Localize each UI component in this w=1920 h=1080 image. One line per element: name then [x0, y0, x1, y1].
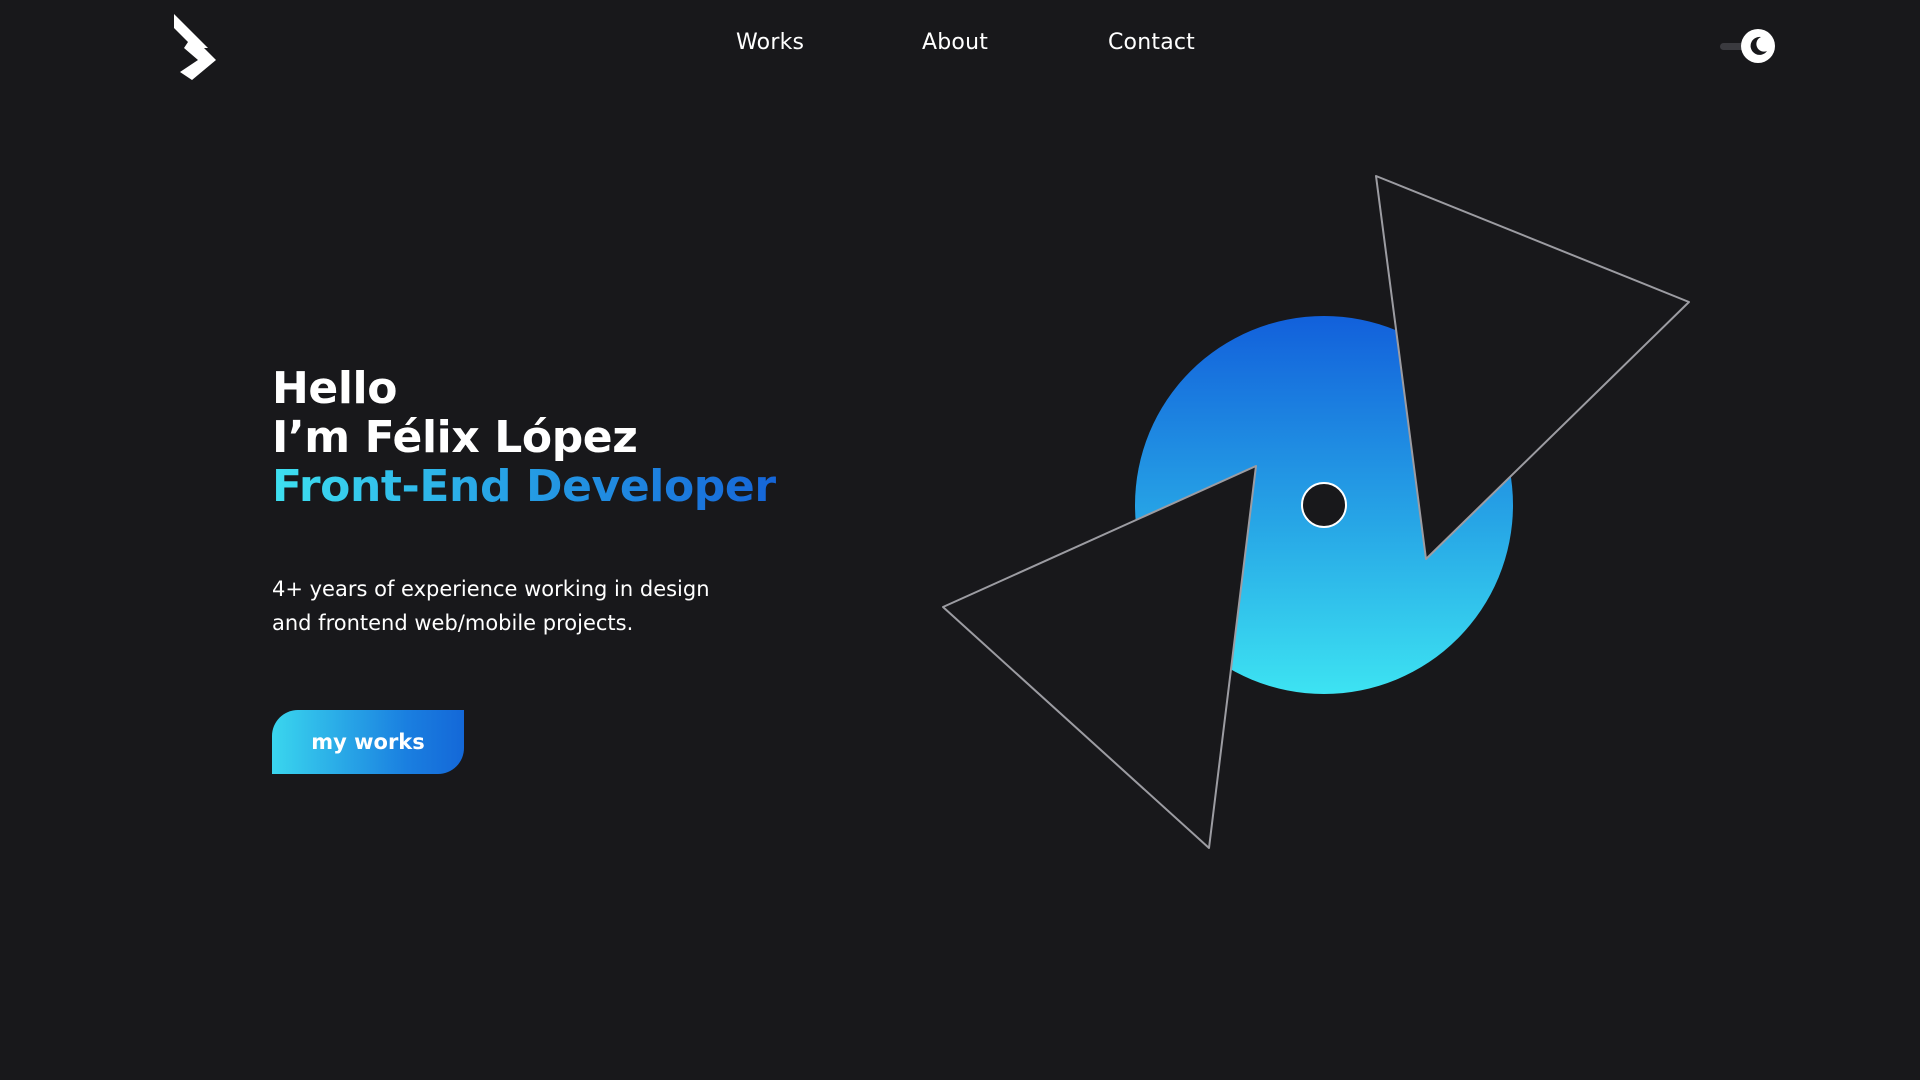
toggle-knob: [1741, 29, 1775, 63]
moon-icon: [1750, 36, 1767, 55]
hero-role: Front-End Developer: [272, 461, 776, 512]
landing-page: Works About Contact Hello I’m Félix Lópe…: [0, 0, 1920, 1080]
center-dot: [1301, 482, 1347, 528]
hero-illustration: [942, 175, 1690, 849]
hero-description-line-2: and frontend web/mobile projects.: [272, 611, 634, 635]
theme-toggle[interactable]: [1718, 28, 1776, 64]
lower-triangle: [942, 465, 1257, 849]
hero-description: 4+ years of experience working in design…: [272, 572, 772, 640]
hero-name: I’m Félix López: [272, 412, 638, 463]
gradient-disc: [1135, 316, 1513, 694]
hero-greeting: Hello: [272, 363, 398, 414]
nav-link-about[interactable]: About: [922, 30, 988, 55]
hero-heading: Hello I’m Félix López Front-End Develope…: [272, 364, 776, 511]
my-works-button[interactable]: my works: [272, 710, 464, 774]
nav-link-works[interactable]: Works: [736, 30, 804, 55]
nav-link-contact[interactable]: Contact: [1108, 30, 1195, 55]
hero-description-line-1: 4+ years of experience working in design: [272, 577, 710, 601]
upper-triangle: [1375, 175, 1690, 560]
main-nav: Works About Contact: [0, 30, 1920, 62]
